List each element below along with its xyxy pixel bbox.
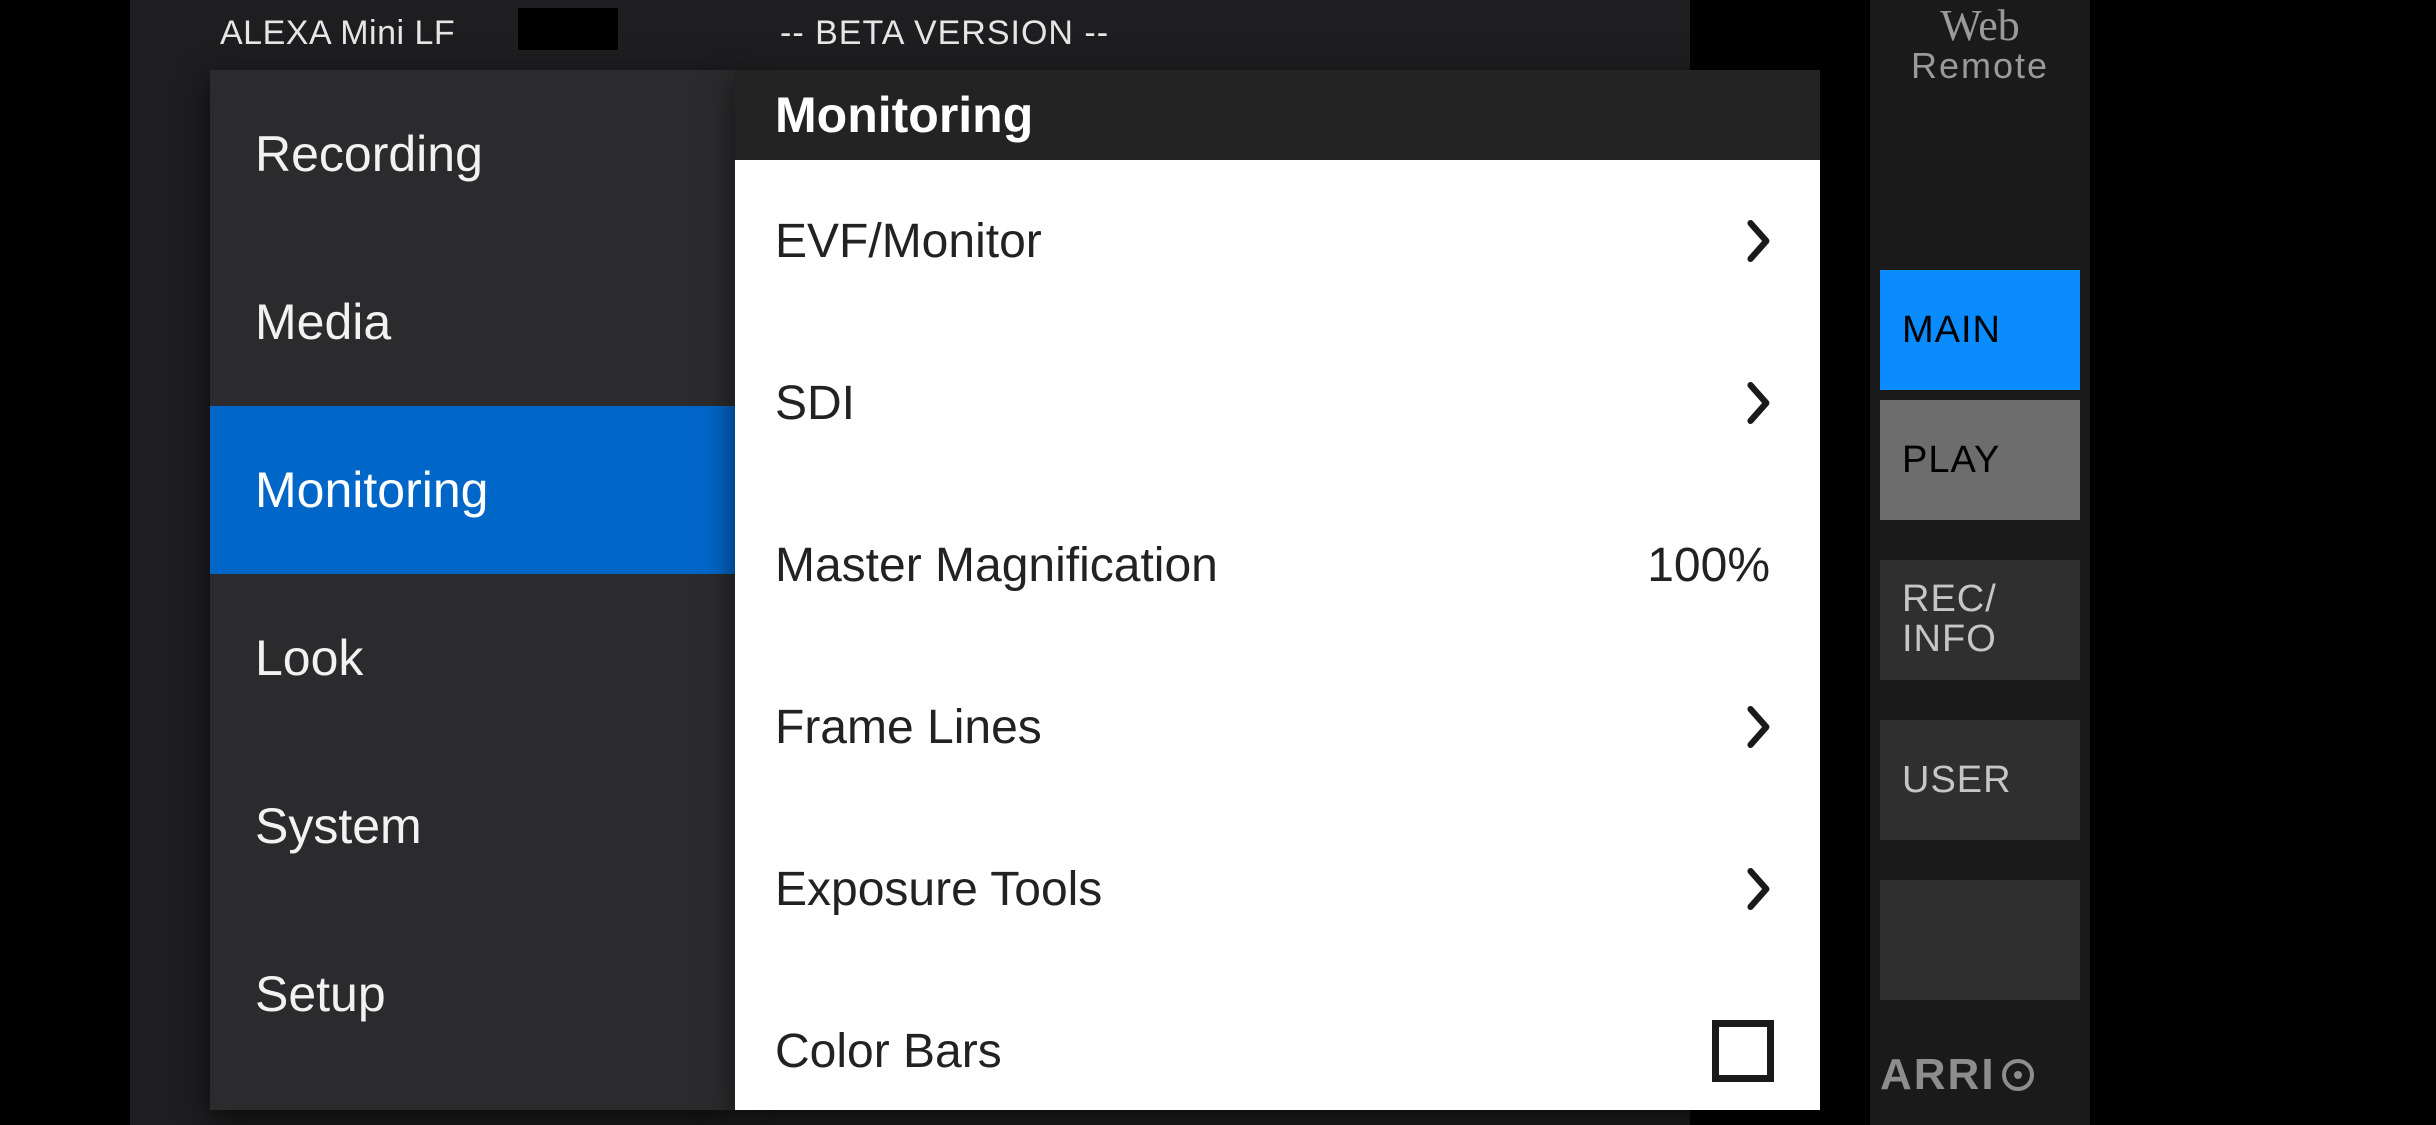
beta-label: -- BETA VERSION -- (780, 14, 1109, 53)
row-label: Exposure Tools (775, 862, 1740, 917)
row-color-bars[interactable]: Color Bars (735, 970, 1820, 1110)
panel-title: Monitoring (735, 70, 1820, 160)
row-evf-monitor[interactable]: EVF/Monitor (735, 160, 1820, 322)
device-name: ALEXA Mini LF (220, 14, 455, 53)
row-label: Frame Lines (775, 700, 1740, 755)
webremote-label: Web Remote (1880, 4, 2080, 84)
checkbox[interactable] (1712, 1020, 1774, 1082)
sidemenu-item-setup[interactable]: Setup (210, 910, 735, 1078)
row-value: 100% (1647, 538, 1770, 593)
row-label: SDI (775, 376, 1740, 431)
right-button-rec-info[interactable]: REC/INFO (1880, 560, 2080, 680)
right-button-main[interactable]: MAIN (1880, 270, 2080, 390)
right-button-play[interactable]: PLAY (1880, 400, 2080, 520)
chevron-right-icon (1740, 706, 1780, 748)
row-exposure-tools[interactable]: Exposure Tools (735, 808, 1820, 970)
monitoring-panel: Monitoring EVF/Monitor SDI Master Magnific… (735, 70, 1820, 1110)
row-label: Color Bars (775, 1024, 1712, 1079)
row-label: Master Magnification (775, 538, 1647, 593)
chevron-right-icon (1740, 868, 1780, 910)
row-master-magnification[interactable]: Master Magnification100% (735, 484, 1820, 646)
right-strip: Web Remote MAINPLAY REC/INFO USER (1870, 0, 2090, 1125)
sidemenu-item-recording[interactable]: Recording (210, 70, 735, 238)
arri-logo: ARRI (1880, 1050, 2034, 1100)
app-stage: ALEXA Mini LF -- BETA VERSION -- Recordi… (130, 0, 1690, 1125)
side-menu: RecordingMediaMonitoringLookSystemSetup (210, 70, 735, 1110)
row-frame-lines[interactable]: Frame Lines (735, 646, 1820, 808)
sidemenu-item-look[interactable]: Look (210, 574, 735, 742)
arri-wheel-icon (2002, 1059, 2034, 1091)
row-sdi[interactable]: SDI (735, 322, 1820, 484)
chevron-right-icon (1740, 382, 1780, 424)
redacted-box (518, 8, 618, 50)
right-button-blank[interactable] (1880, 880, 2080, 1000)
chevron-right-icon (1740, 220, 1780, 262)
right-button-user[interactable]: USER (1880, 720, 2080, 840)
top-bar: ALEXA Mini LF -- BETA VERSION -- (130, 0, 1690, 70)
row-label: EVF/Monitor (775, 214, 1740, 269)
sidemenu-item-monitoring[interactable]: Monitoring (210, 406, 735, 574)
sidemenu-item-media[interactable]: Media (210, 238, 735, 406)
sidemenu-item-system[interactable]: System (210, 742, 735, 910)
